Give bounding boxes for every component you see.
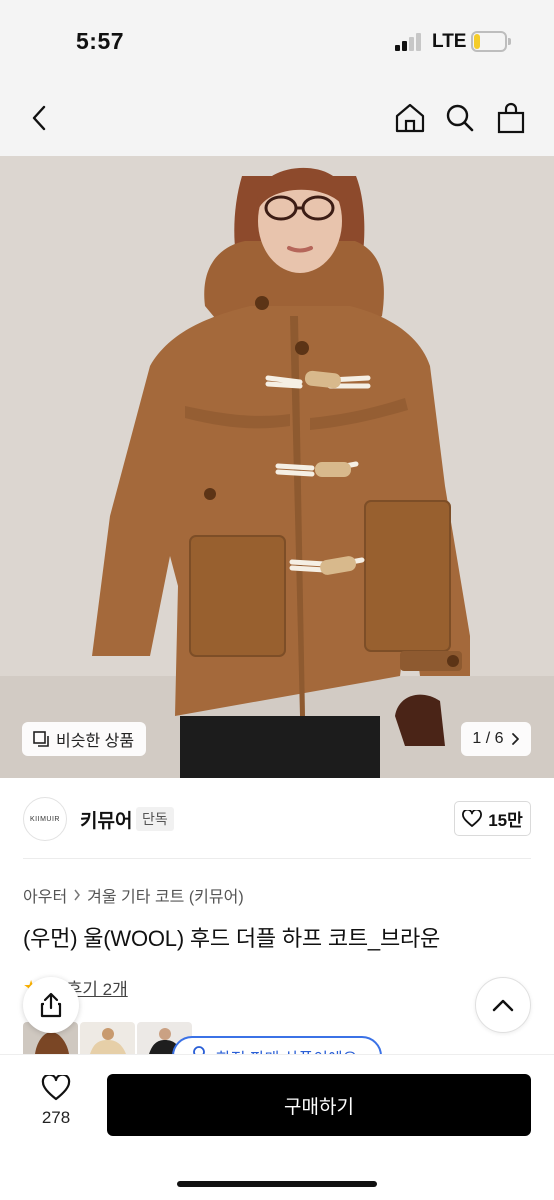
exclusive-badge: 단독: [136, 807, 174, 831]
image-page-indicator[interactable]: 1 / 6: [461, 722, 531, 756]
back-button[interactable]: [20, 98, 60, 138]
copy-icon: [33, 731, 49, 747]
brand-name[interactable]: 키뮤어: [80, 806, 132, 833]
divider: [23, 858, 531, 859]
home-button[interactable]: [390, 98, 430, 138]
buy-button[interactable]: 구매하기: [107, 1074, 531, 1136]
shopping-bag-icon: [497, 102, 525, 134]
brand-like-count: 15만: [488, 811, 523, 830]
scroll-top-button[interactable]: [475, 977, 531, 1033]
wishlist-button[interactable]: 278: [30, 1075, 82, 1128]
brand-row: KIIMUIR 키뮤어 단독 15만: [0, 778, 554, 860]
page-indicator-text: 1 / 6: [472, 730, 504, 747]
wishlist-count: 278: [41, 1108, 71, 1127]
cart-button[interactable]: [491, 98, 531, 138]
heart-icon: [41, 1075, 71, 1101]
network-label: LTE: [432, 31, 467, 52]
chevron-right-icon: [74, 889, 81, 901]
chevron-right-icon: [511, 733, 519, 745]
search-icon: [446, 104, 474, 132]
product-image[interactable]: [0, 156, 554, 778]
status-bar: 5:57 LTE: [0, 0, 554, 82]
breadcrumb-item[interactable]: 겨울 기타 코트 (키뮤어): [87, 883, 243, 907]
signal-icon: [395, 33, 425, 51]
share-icon: [40, 992, 62, 1018]
brand-logo[interactable]: KIIMUIR: [23, 797, 67, 841]
thumbnail[interactable]: [80, 1022, 135, 1054]
search-button[interactable]: [440, 98, 480, 138]
breadcrumb: 아우터 겨울 기타 코트 (키뮤어): [23, 883, 244, 907]
chevron-up-icon: [492, 999, 514, 1012]
heart-icon: [462, 809, 483, 827]
product-title: (우먼) 울(WOOL) 후드 더플 하프 코트_브라운: [23, 926, 441, 951]
bottom-purchase-bar: 278 구매하기: [0, 1054, 554, 1200]
similar-products-button[interactable]: 비슷한 상품: [22, 722, 147, 756]
battery-icon: [471, 31, 511, 52]
similar-products-label: 비슷한 상품: [56, 733, 135, 750]
brand-like-button[interactable]: 15만: [454, 801, 531, 836]
chevron-left-icon: [32, 105, 46, 131]
home-indicator: [177, 1181, 377, 1187]
share-button[interactable]: [23, 977, 79, 1033]
app-header: [0, 82, 554, 156]
breadcrumb-item[interactable]: 아우터: [23, 883, 67, 907]
brand-logo-text: KIIMUIR: [30, 815, 60, 823]
status-time: 5:57: [76, 28, 125, 54]
home-icon: [395, 103, 425, 133]
